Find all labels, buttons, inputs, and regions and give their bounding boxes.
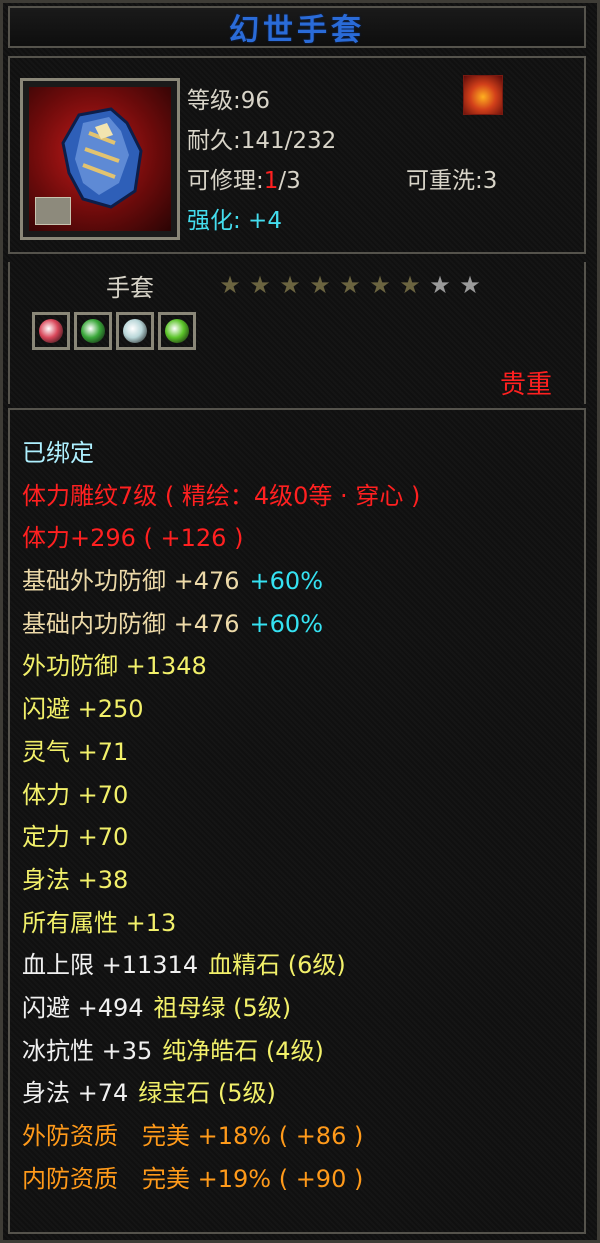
attribute-row: 体力雕纹7级 ( 精绘：4级0等 · 穿心 ) [22, 475, 430, 518]
item-rewash: 可重洗:3 [406, 168, 498, 194]
attribute-text: 冰抗性 +35 [22, 1036, 153, 1065]
star-icon: ★ [369, 271, 391, 299]
item-type: 手套 [106, 274, 154, 302]
attribute-text: 基础外功防御 +476 [22, 567, 240, 596]
attribute-text: 基础内功防御 +476 [22, 609, 240, 638]
item-level: 等级:96 [187, 88, 271, 114]
attribute-row: 身法 +74 绿宝石 (5级) [22, 1072, 430, 1115]
attribute-row: 基础外功防御 +476 +60% [22, 560, 430, 603]
attribute-text: 闪避 +494 [22, 993, 144, 1022]
emerald-gem-icon[interactable] [158, 312, 196, 350]
attribute-text: 身法 +74 [22, 1079, 129, 1108]
glove-icon [29, 87, 171, 231]
attribute-extra: 纯净皓石 (4级) [162, 1036, 324, 1065]
star-rating: ★ ★ ★ ★ ★ ★ ★ ★ ★ [215, 270, 485, 300]
attribute-row: 基础内功防御 +476 +60% [22, 603, 430, 646]
attribute-extra: 血精石 (6级) [208, 951, 346, 980]
attribute-extra: 祖母绿 (5级) [153, 993, 292, 1022]
attribute-text: 所有属性 +13 [22, 908, 177, 937]
attribute-text: 灵气 +71 [22, 737, 129, 766]
attribute-text: 内防资质 完美 +19% ( +90 ) [22, 1164, 364, 1193]
attribute-text: 体力+296 ( +126 ) [22, 524, 244, 553]
attribute-row: 外防资质 完美 +18% ( +86 ) [22, 1115, 430, 1158]
attribute-text: 外功防御 +1348 [22, 652, 207, 681]
gem-core [81, 319, 105, 343]
star-icon: ★ [249, 271, 271, 299]
item-repair: 可修理:1/3 [187, 161, 301, 195]
repair-max: /3 [278, 168, 301, 194]
attribute-row: 冰抗性 +35 纯净皓石 (4级) [22, 1030, 430, 1073]
star-icon: ★ [219, 271, 241, 299]
item-quality: 贵重 [499, 370, 552, 400]
attribute-row: 外功防御 +1348 [22, 645, 430, 688]
star-icon: ★ [309, 271, 331, 299]
item-enhance: 强化: +4 [187, 208, 282, 234]
gem-core [165, 319, 189, 343]
star-icon: ★ [429, 271, 451, 299]
title-bar: 幻世手套 [8, 6, 586, 48]
attribute-row: 定力 +70 [22, 816, 430, 859]
attribute-extra: 绿宝石 (5级) [138, 1079, 276, 1108]
attributes-list: 已绑定体力雕纹7级 ( 精绘：4级0等 · 穿心 ) 体力+296 ( +126 … [22, 432, 430, 1200]
attribute-row: 身法 +38 [22, 859, 430, 902]
item-icon-frame [20, 78, 180, 240]
attribute-row: 闪避 +250 [22, 688, 430, 731]
attribute-text: 身法 +38 [22, 865, 129, 894]
attribute-row: 内防资质 完美 +19% ( +90 ) [22, 1158, 430, 1201]
attribute-row: 闪避 +494 祖母绿 (5级) [22, 987, 430, 1030]
attribute-row: 所有属性 +13 [22, 902, 430, 945]
attribute-text: 闪避 +250 [22, 695, 144, 724]
item-title: 幻世手套 [229, 13, 365, 48]
attribute-text: 体力 +70 [22, 780, 129, 809]
attribute-text: 体力雕纹7级 ( 精绘：4级0等 · 穿心 ) [22, 481, 421, 510]
attribute-extra: +60% [249, 567, 323, 596]
bound-lock-icon [35, 197, 71, 225]
green-gem-icon[interactable] [74, 312, 112, 350]
attribute-text: 已绑定 [22, 439, 94, 467]
star-icon: ★ [399, 271, 421, 299]
attribute-text: 外防资质 完美 +18% ( +86 ) [22, 1122, 364, 1150]
star-icon: ★ [339, 271, 361, 299]
attribute-text: 血上限 +11314 [22, 951, 199, 980]
gem-slots [32, 312, 196, 350]
item-durability: 耐久:141/232 [187, 128, 337, 154]
star-icon: ★ [279, 271, 301, 299]
red-gem-icon[interactable] [32, 312, 70, 350]
attribute-text: 定力 +70 [22, 823, 129, 852]
attribute-row: 体力 +70 [22, 774, 430, 817]
attribute-row: 已绑定 [22, 432, 430, 475]
attribute-row: 血上限 +11314 血精石 (6级) [22, 944, 430, 987]
attribute-row: 灵气 +71 [22, 731, 430, 774]
phoenix-badge-icon[interactable] [463, 75, 503, 115]
gem-core [123, 319, 147, 343]
star-icon: ★ [459, 271, 481, 299]
white-gem-icon[interactable] [116, 312, 154, 350]
repair-current: 1 [263, 168, 279, 194]
attribute-extra: +60% [249, 609, 323, 638]
repair-prefix: 可修理: [187, 168, 264, 194]
gem-core [39, 319, 63, 343]
attribute-row: 体力+296 ( +126 ) [22, 517, 430, 560]
